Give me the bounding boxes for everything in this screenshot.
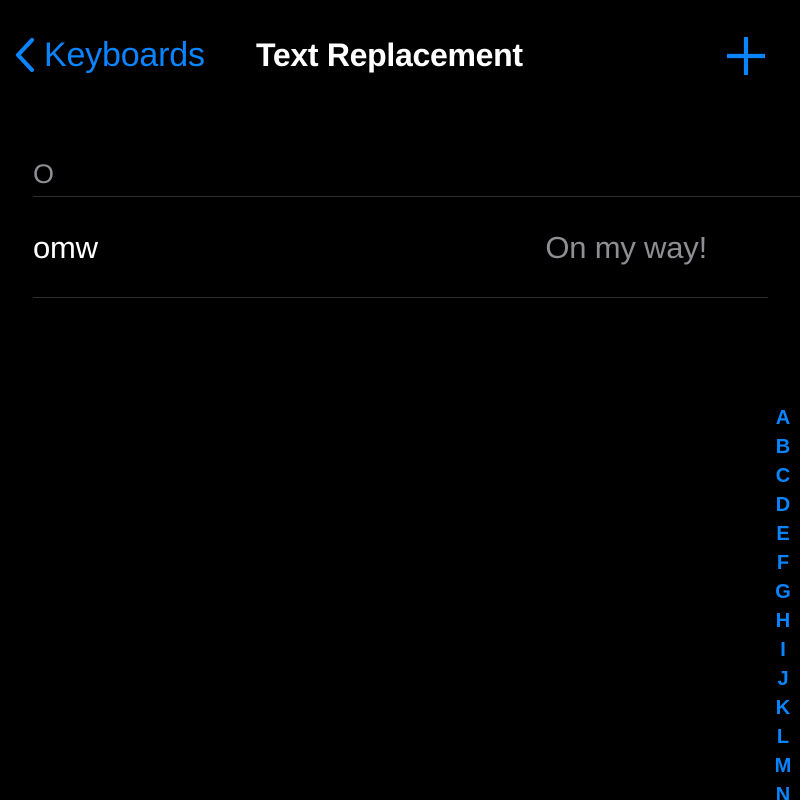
index-letter[interactable]: C (766, 462, 800, 491)
back-button-label: Keyboards (44, 36, 205, 74)
row-phrase: On my way! (545, 230, 707, 265)
index-letter[interactable]: K (766, 694, 800, 723)
index-letter[interactable]: G (766, 578, 800, 607)
navigation-bar: Keyboards Text Replacement (0, 0, 800, 110)
index-letter[interactable]: J (766, 665, 800, 694)
index-letter[interactable]: F (766, 549, 800, 578)
section-header-o: O (33, 159, 55, 189)
back-button[interactable]: Keyboards (14, 28, 205, 82)
page-title: Text Replacement (256, 37, 523, 73)
alphabet-index-bar[interactable]: ABCDEFGHIJKLMN (766, 404, 800, 800)
chevron-left-icon (15, 37, 35, 73)
table-row[interactable]: omw On my way! (0, 197, 800, 297)
index-letter[interactable]: D (766, 491, 800, 520)
index-letter[interactable]: H (766, 607, 800, 636)
row-shortcut: omw (33, 230, 98, 265)
index-letter[interactable]: B (766, 433, 800, 462)
plus-icon (727, 37, 765, 75)
separator-bottom (33, 297, 768, 298)
index-letter[interactable]: A (766, 404, 800, 433)
index-letter[interactable]: L (766, 723, 800, 752)
index-letter[interactable]: M (766, 752, 800, 781)
add-button[interactable] (715, 25, 777, 87)
index-letter[interactable]: E (766, 520, 800, 549)
index-letter[interactable]: I (766, 636, 800, 665)
index-letter[interactable]: N (766, 781, 800, 800)
